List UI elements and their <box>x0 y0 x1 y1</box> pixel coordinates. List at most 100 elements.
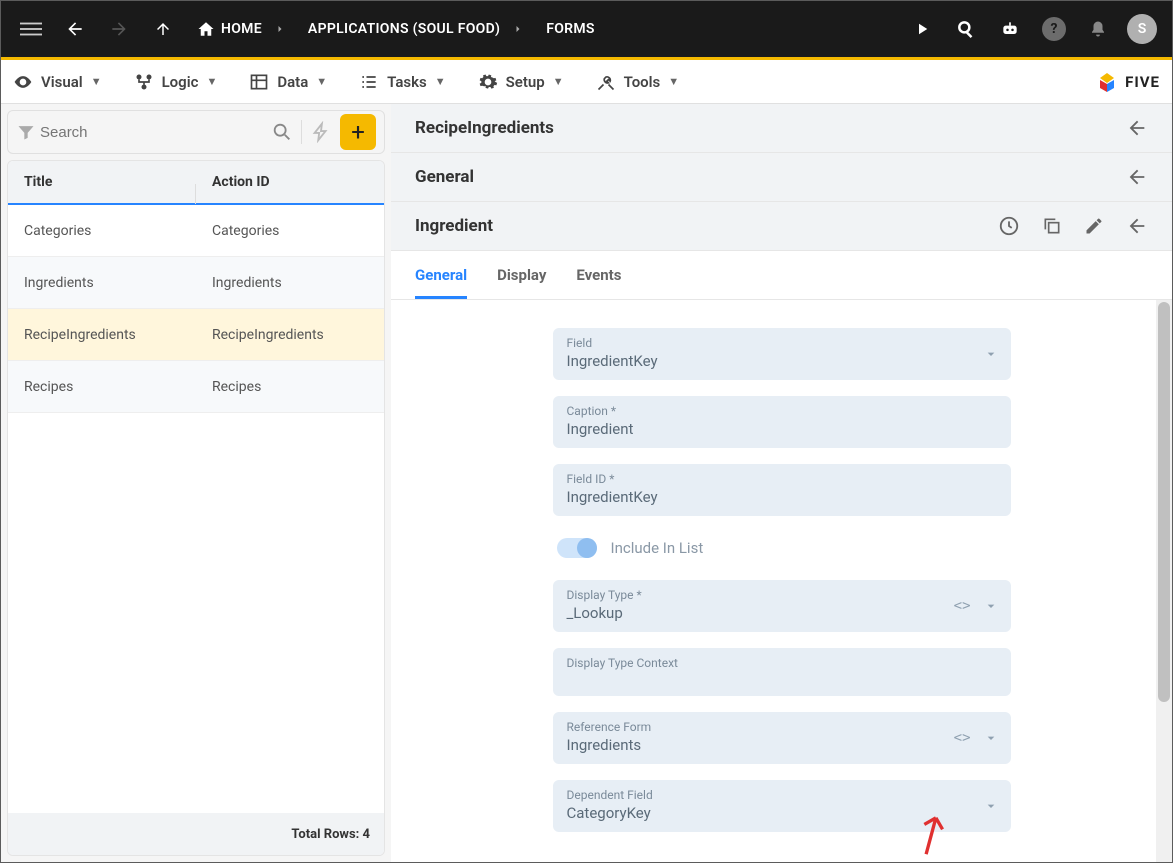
field-value: _Lookup <box>567 604 997 622</box>
toggle-include[interactable]: Include In List <box>553 532 1011 564</box>
detail-bar-3: Ingredient <box>391 202 1172 251</box>
chevron-down-icon <box>983 798 999 814</box>
field-context[interactable]: Display Type Context <box>553 648 1011 696</box>
five-logo-icon <box>1095 70 1119 94</box>
breadcrumb-home-label: HOME <box>221 21 262 37</box>
detail-title-1: RecipeIngredients <box>415 118 554 138</box>
field-caption[interactable]: Caption * Ingredient <box>553 396 1011 448</box>
toolbar-logic[interactable]: Logic▼ <box>134 72 218 92</box>
cell-title: Categories <box>8 223 196 239</box>
toolbar-visual[interactable]: Visual▼ <box>13 72 102 92</box>
field-label: Display Type Context <box>567 656 997 670</box>
list-card: Title Action ID Categories Categories In… <box>7 160 385 856</box>
cell-action: RecipeIngredients <box>196 327 384 343</box>
toolbar-tools-label: Tools <box>624 73 661 91</box>
detail-title-3: Ingredient <box>415 216 493 236</box>
back-arrow-icon[interactable] <box>1126 166 1148 188</box>
back-arrow-icon[interactable] <box>1126 117 1148 139</box>
cell-title: Ingredients <box>8 275 196 291</box>
toolbar: Visual▼ Logic▼ Data▼ Tasks▼ Setup▼ Tools… <box>1 60 1172 104</box>
toolbar-logic-label: Logic <box>162 73 199 91</box>
total-rows: Total Rows: 4 <box>8 813 384 855</box>
toolbar-setup[interactable]: Setup▼ <box>478 72 564 92</box>
cell-title: RecipeIngredients <box>8 327 196 343</box>
tasks-icon <box>359 72 379 92</box>
field-label: Display Type * <box>567 588 997 602</box>
toolbar-setup-label: Setup <box>506 73 545 91</box>
toolbar-data[interactable]: Data▼ <box>249 72 327 92</box>
menu-icon[interactable] <box>13 11 49 47</box>
add-button[interactable]: + <box>340 114 376 150</box>
bell-icon[interactable] <box>1080 11 1116 47</box>
gear-icon <box>478 72 498 92</box>
tab-general[interactable]: General <box>415 251 467 299</box>
tab-events[interactable]: Events <box>576 251 621 299</box>
cell-title: Recipes <box>8 379 196 395</box>
code-icon[interactable]: <> <box>954 730 971 746</box>
breadcrumb-forms[interactable]: FORMS <box>538 17 603 41</box>
detail-panel: RecipeIngredients General Ingredient Gen… <box>391 104 1172 862</box>
field-field[interactable]: Field IngredientKey <box>553 328 1011 380</box>
field-depfield[interactable]: Dependent Field CategoryKey <box>553 780 1011 832</box>
table-row[interactable]: Categories Categories <box>8 205 384 257</box>
col-title[interactable]: Title <box>8 174 196 190</box>
tabs: General Display Events <box>391 251 1172 300</box>
toggle-switch[interactable] <box>557 538 597 558</box>
field-value: Ingredients <box>567 736 997 754</box>
brand-logo: FIVE <box>1095 70 1160 94</box>
toolbar-visual-label: Visual <box>41 73 83 91</box>
field-displaytype[interactable]: Display Type * _Lookup <> <box>553 580 1011 632</box>
search-row: + <box>7 110 385 154</box>
code-icon[interactable]: <> <box>954 598 971 614</box>
form-scroll: Field IngredientKey Caption * Ingredient… <box>391 300 1172 862</box>
list-header: Title Action ID <box>8 161 384 205</box>
cell-action: Categories <box>196 223 384 239</box>
divider <box>301 120 302 144</box>
tab-display[interactable]: Display <box>497 251 546 299</box>
chevron-down-icon <box>983 730 999 746</box>
history-icon[interactable] <box>998 215 1020 237</box>
field-fieldid[interactable]: Field ID * IngredientKey <box>553 464 1011 516</box>
table-row[interactable]: Recipes Recipes <box>8 361 384 413</box>
tools-icon <box>596 72 616 92</box>
toolbar-tools[interactable]: Tools▼ <box>596 72 680 92</box>
search-input[interactable] <box>36 124 271 141</box>
eye-icon <box>13 72 33 92</box>
scrollbar[interactable] <box>1156 300 1172 862</box>
avatar[interactable]: S <box>1124 11 1160 47</box>
table-row[interactable]: Ingredients Ingredients <box>8 257 384 309</box>
topbar: HOME APPLICATIONS (SOUL FOOD) FORMS <box>1 1 1172 57</box>
breadcrumb-home[interactable]: HOME <box>189 16 270 42</box>
breadcrumb-applications-label: APPLICATIONS (SOUL FOOD) <box>308 21 500 37</box>
back-arrow-icon[interactable] <box>1126 215 1148 237</box>
breadcrumb-applications[interactable]: APPLICATIONS (SOUL FOOD) <box>300 17 508 41</box>
bot-icon[interactable] <box>992 11 1028 47</box>
field-label: Dependent Field <box>567 788 997 802</box>
help-icon[interactable]: ? <box>1036 11 1072 47</box>
chevron-right-icon <box>512 23 534 35</box>
logic-icon <box>134 72 154 92</box>
field-label: Caption * <box>567 404 997 418</box>
edit-icon[interactable] <box>1084 216 1104 236</box>
toolbar-tasks[interactable]: Tasks▼ <box>359 72 445 92</box>
toggle-label: Include In List <box>611 539 704 557</box>
field-label: Field ID * <box>567 472 997 486</box>
search-icon[interactable] <box>271 121 293 143</box>
col-action[interactable]: Action ID <box>196 174 384 190</box>
search-icon[interactable] <box>948 11 984 47</box>
copy-icon[interactable] <box>1042 216 1062 236</box>
up-icon[interactable] <box>145 11 181 47</box>
field-refform[interactable]: Reference Form Ingredients <> <box>553 712 1011 764</box>
field-value: CategoryKey <box>567 804 997 822</box>
detail-bar-1: RecipeIngredients <box>391 104 1172 153</box>
filter-icon[interactable] <box>16 122 36 142</box>
back-icon[interactable] <box>57 11 93 47</box>
sidebar: + Title Action ID Categories Categories … <box>1 104 391 862</box>
table-row[interactable]: RecipeIngredients RecipeIngredients <box>8 309 384 361</box>
lightning-icon[interactable] <box>310 121 332 143</box>
breadcrumb-forms-label: FORMS <box>546 21 595 37</box>
field-value: IngredientKey <box>567 488 997 506</box>
main: + Title Action ID Categories Categories … <box>1 104 1172 862</box>
play-icon[interactable] <box>904 11 940 47</box>
chevron-right-icon <box>274 23 296 35</box>
